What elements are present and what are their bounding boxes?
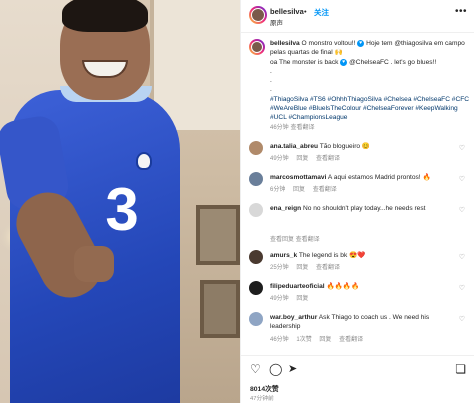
translate-button[interactable]: 查看翻译 <box>316 156 340 162</box>
translate-button[interactable]: 查看翻译 <box>313 187 337 193</box>
comment-avatar[interactable] <box>249 203 263 217</box>
action-bar: ♡ ◯ ➤ ❏ 8014次赞 47分钟前 <box>241 355 474 403</box>
heart-icon[interactable]: ♡ <box>459 144 465 152</box>
caption-hashtags[interactable]: #ThiagoSilva #TS6 #OhhhThiagoSilva #Chel… <box>270 96 469 122</box>
comment-content: No no shouldn't play today...he needs re… <box>303 205 426 212</box>
translate-button[interactable]: 查看翻译 <box>316 265 340 271</box>
caption-dot: . <box>270 67 272 75</box>
blue-heart-icon: ♥ <box>357 40 365 47</box>
fire-emoji-icon: 🔥🔥🔥🔥 <box>326 283 360 290</box>
comment-username[interactable]: marcosmottamavi <box>270 174 326 181</box>
comment-avatar[interactable] <box>249 281 263 295</box>
comment-text: war.boy_arthur Ask Thiago to coach us . … <box>270 313 446 331</box>
post-panel: bellesilva • 关注 原声 ••• bellesilva O mons… <box>240 0 474 403</box>
heart-icon[interactable]: ♡ <box>459 284 465 292</box>
photo-picture-frame <box>200 280 240 338</box>
post-photo[interactable]: 3 <box>0 0 240 403</box>
comment-meta: 49分钟 回复 <box>270 293 314 302</box>
header-separator: • <box>304 7 307 16</box>
photo-hair <box>62 0 148 32</box>
comment-avatar[interactable] <box>249 312 263 326</box>
caption-translate[interactable]: 查看翻译 <box>291 125 315 131</box>
comment-age: 6分钟 <box>270 187 286 193</box>
heart-icon[interactable]: ♡ <box>459 206 465 214</box>
comment-meta: 6分钟 回复 查看翻译 <box>270 184 343 193</box>
comment-username[interactable]: ana.talia_abreu <box>270 143 318 150</box>
comment-content: Tão blogueiro <box>319 143 361 150</box>
blue-heart-icon: ♥ <box>340 58 348 66</box>
comment-age: 25分钟 <box>270 265 289 271</box>
audio-label[interactable]: 原声 <box>270 17 283 27</box>
reply-button[interactable]: 回复 <box>296 296 308 302</box>
comment-avatar[interactable] <box>249 172 263 186</box>
comment-text: ana.talia_abreu Tão blogueiro 😊 <box>270 143 371 150</box>
comment-meta: 49分钟 回复 查看翻译 <box>270 153 346 162</box>
comment-avatar[interactable] <box>249 250 263 264</box>
post-time: 47分钟前 <box>250 396 274 402</box>
comment-text: filipeduarteoficial 🔥🔥🔥🔥 <box>270 282 446 291</box>
comment-avatar[interactable] <box>249 141 263 155</box>
comment-age: 49分钟 <box>270 156 289 162</box>
caption-username[interactable]: bellesilva <box>270 40 300 47</box>
comment-icon[interactable]: ◯ <box>269 362 282 376</box>
share-icon[interactable]: ➤ <box>288 362 297 376</box>
comment-meta: 查看回复 查看翻译 <box>270 234 326 243</box>
comment-username[interactable]: filipeduarteoficial <box>270 283 325 290</box>
heart-icon[interactable]: ♡ <box>459 253 465 261</box>
post-header: bellesilva • 关注 原声 ••• <box>241 0 474 33</box>
more-options-icon[interactable]: ••• <box>455 6 467 17</box>
likes-count[interactable]: 8014次赞 <box>250 383 279 393</box>
comment-username[interactable]: ena_reign <box>270 205 301 212</box>
caption-age: 46分钟 <box>270 124 289 131</box>
header-username[interactable]: bellesilva <box>270 7 304 16</box>
caption-avatar[interactable] <box>249 39 265 55</box>
translate-button[interactable]: 查看回复 查看翻译 <box>270 237 320 243</box>
comment-content: The legend is bk <box>298 252 348 259</box>
reply-button[interactable]: 回复 <box>293 187 305 193</box>
heart-icon[interactable]: ♡ <box>250 362 261 376</box>
comment-text: marcosmottamavi A aqui estamos Madrid pr… <box>270 174 431 181</box>
comment-text: amurs_k The legend is bk 😍❤️ <box>270 252 366 259</box>
caption-text: O monstro voltou!! <box>301 40 356 47</box>
reply-button[interactable]: 回复 <box>296 156 308 162</box>
comment-likes[interactable]: 1次赞 <box>296 337 311 343</box>
caption-dot: . <box>270 77 272 85</box>
caption-dot: . <box>270 86 272 94</box>
reply-button[interactable]: 回复 <box>319 337 331 343</box>
caption-text: @ChelseaFC . let's go blues!! <box>349 58 437 66</box>
comment-content: A aqui estamos Madrid prontos! <box>327 174 421 181</box>
comment-age: 49分钟 <box>270 296 289 302</box>
comment-username[interactable]: amurs_k <box>270 252 297 259</box>
caption-text: oa The monster is back <box>270 58 339 66</box>
comment-meta: 46分钟 1次赞 回复 查看翻译 <box>270 334 369 343</box>
comment-age: 46分钟 <box>270 337 289 343</box>
heart-icon[interactable]: ♡ <box>459 315 465 323</box>
bookmark-icon[interactable]: ❏ <box>455 362 466 376</box>
photo-fist <box>74 246 114 282</box>
caption-text: Hoje tem @thiagosilva em campo pelas qua… <box>270 40 465 57</box>
sponsor-logo: 3 <box>105 176 139 243</box>
comment-text: ena_reign No no shouldn't play today...h… <box>270 204 446 213</box>
photo-picture-frame <box>196 205 240 265</box>
post-caption: bellesilva O monstro voltou!! ♥ Hoje tem… <box>270 39 470 133</box>
follow-button[interactable]: 关注 <box>314 7 329 18</box>
translate-button[interactable]: 查看翻译 <box>339 337 363 343</box>
reply-button[interactable]: 回复 <box>296 265 308 271</box>
comment-meta: 25分钟 回复 查看翻译 <box>270 262 346 271</box>
emoji-icon: 🙌 <box>334 49 343 57</box>
heart-icon[interactable]: ♡ <box>459 175 465 183</box>
comment-username[interactable]: war.boy_arthur <box>270 314 317 321</box>
club-crest-icon <box>136 152 152 170</box>
avatar[interactable] <box>249 6 267 24</box>
